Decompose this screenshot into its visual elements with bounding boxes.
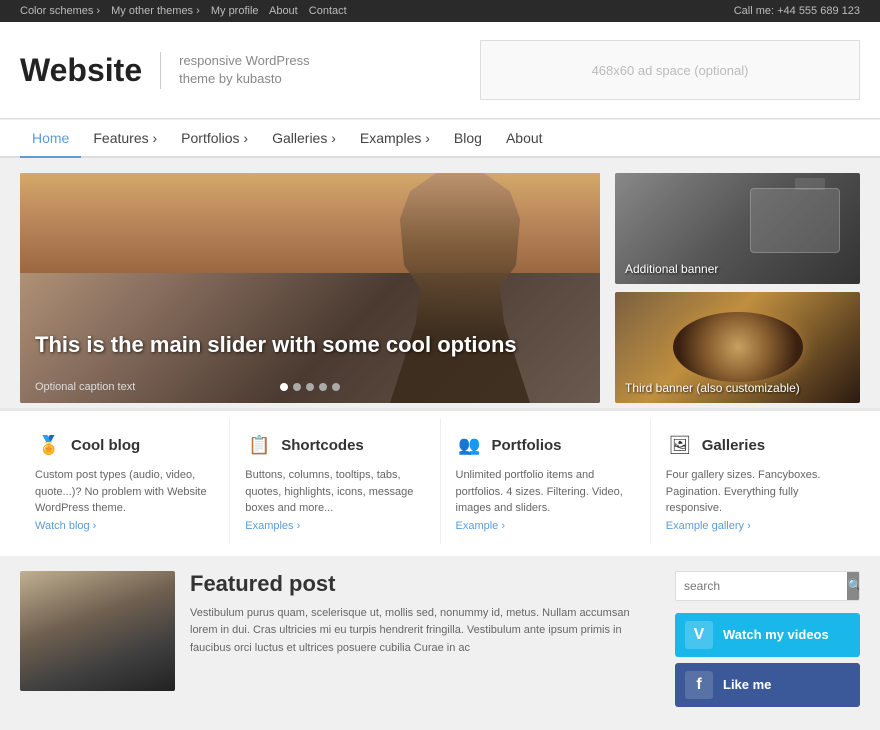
feature-cool-blog: 🏅 Cool blog Custom post types (audio, vi… [20,419,230,544]
shortcodes-heading: Shortcodes [281,437,364,454]
logo-subtitle: responsive WordPress theme by kubasto [179,52,310,88]
post-title: Featured post [190,571,655,597]
topbar-link-other-themes[interactable]: My other themes › [111,5,200,17]
galleries-heading: Galleries [702,437,765,454]
main-nav: Home Features › Portfolios › Galleries ›… [0,119,880,158]
cool-blog-icon: 🏅 [35,431,63,459]
ad-space: 468x60 ad space (optional) [480,40,860,100]
galleries-icon: 🖼 [666,431,694,459]
shortcodes-icon: 📋 [245,431,273,459]
slider-text: This is the main slider with some cool o… [35,332,517,363]
topbar-phone: Call me: +44 555 689 123 [734,5,860,17]
nav-item-about[interactable]: About [494,120,555,156]
nav-item-galleries[interactable]: Galleries › [260,120,348,156]
topbar-link-about[interactable]: About [269,5,298,17]
search-button[interactable]: 🔍 [847,572,860,600]
slider-dot-2[interactable] [293,383,301,391]
feature-galleries-title: 🖼 Galleries [666,431,845,459]
banner-1-label: Additional banner [625,262,718,276]
camera-top [795,178,825,190]
topbar-links: Color schemes › My other themes › My pro… [20,5,355,17]
galleries-link[interactable]: Example gallery › [666,520,751,532]
portfolios-link[interactable]: Example › [456,520,506,532]
nav-item-portfolios[interactable]: Portfolios › [169,120,260,156]
vimeo-icon: V [685,621,713,649]
sidebar: 🔍 V Watch my videos f Like me [675,571,860,715]
post-content: Featured post Vestibulum purus quam, sce… [190,571,655,715]
featured-post-area: Featured post Vestibulum purus quam, sce… [20,571,655,715]
nav-item-examples[interactable]: Examples › [348,120,442,156]
post-thumb-image [20,571,175,691]
banner-eye [673,312,803,382]
topbar-link-my-profile[interactable]: My profile [211,5,259,17]
cool-blog-text: Custom post types (audio, video, quote..… [35,467,214,517]
camera-body [750,188,840,253]
banner-2-label: Third banner (also customizable) [625,381,800,395]
feature-shortcodes-title: 📋 Shortcodes [245,431,424,459]
slider-dot-5[interactable] [332,383,340,391]
slider-heading: This is the main slider with some cool o… [35,332,517,358]
slider-caption: Optional caption text [35,381,135,393]
vimeo-widget[interactable]: V Watch my videos [675,613,860,657]
shortcodes-text: Buttons, columns, tooltips, tabs, quotes… [245,467,424,517]
topbar: Color schemes › My other themes › My pro… [0,0,880,22]
facebook-icon: f [685,671,713,699]
cool-blog-link[interactable]: Watch blog › [35,520,96,532]
slider-dot-1[interactable] [280,383,288,391]
logo-title[interactable]: Website [20,52,161,89]
feature-portfolios: 👥 Portfolios Unlimited portfolio items a… [441,419,651,544]
portfolios-icon: 👥 [456,431,484,459]
slider-dots [280,383,340,391]
logo-area: Website responsive WordPress theme by ku… [20,52,310,89]
vimeo-label: Watch my videos [723,627,829,642]
search-input[interactable] [676,573,847,599]
portfolios-text: Unlimited portfolio items and portfolios… [456,467,635,517]
search-box: 🔍 [675,571,860,601]
post-thumbnail [20,571,175,691]
features-section: 🏅 Cool blog Custom post types (audio, vi… [0,408,880,556]
search-icon: 🔍 [847,578,860,594]
nav-item-blog[interactable]: Blog [442,120,494,156]
slider-dot-4[interactable] [319,383,327,391]
topbar-link-color-schemes[interactable]: Color schemes › [20,5,100,17]
cool-blog-heading: Cool blog [71,437,140,454]
nav-item-features[interactable]: Features › [81,120,169,156]
feature-galleries: 🖼 Galleries Four gallery sizes. Fancybox… [651,419,860,544]
topbar-link-contact[interactable]: Contact [309,5,347,17]
banner-additional[interactable]: Additional banner [615,173,860,284]
facebook-widget[interactable]: f Like me [675,663,860,707]
galleries-text: Four gallery sizes. Fancyboxes. Paginati… [666,467,845,517]
feature-cool-blog-title: 🏅 Cool blog [35,431,214,459]
shortcodes-link[interactable]: Examples › [245,520,300,532]
banner-third[interactable]: Third banner (also customizable) [615,292,860,403]
hero-section: This is the main slider with some cool o… [0,158,880,408]
header: Website responsive WordPress theme by ku… [0,22,880,119]
post-body: Vestibulum purus quam, scelerisque ut, m… [190,605,655,658]
features-row: 🏅 Cool blog Custom post types (audio, vi… [20,419,860,544]
main-slider[interactable]: This is the main slider with some cool o… [20,173,600,403]
feature-portfolios-title: 👥 Portfolios [456,431,635,459]
slider-background [20,173,600,403]
slider-area: This is the main slider with some cool o… [20,173,600,403]
portfolios-heading: Portfolios [492,437,562,454]
slider-dot-3[interactable] [306,383,314,391]
bottom-section: Featured post Vestibulum purus quam, sce… [0,556,880,730]
facebook-label: Like me [723,677,771,692]
feature-shortcodes: 📋 Shortcodes Buttons, columns, tooltips,… [230,419,440,544]
banner-area: Additional banner Third banner (also cus… [615,173,860,403]
nav-item-home[interactable]: Home [20,120,81,158]
